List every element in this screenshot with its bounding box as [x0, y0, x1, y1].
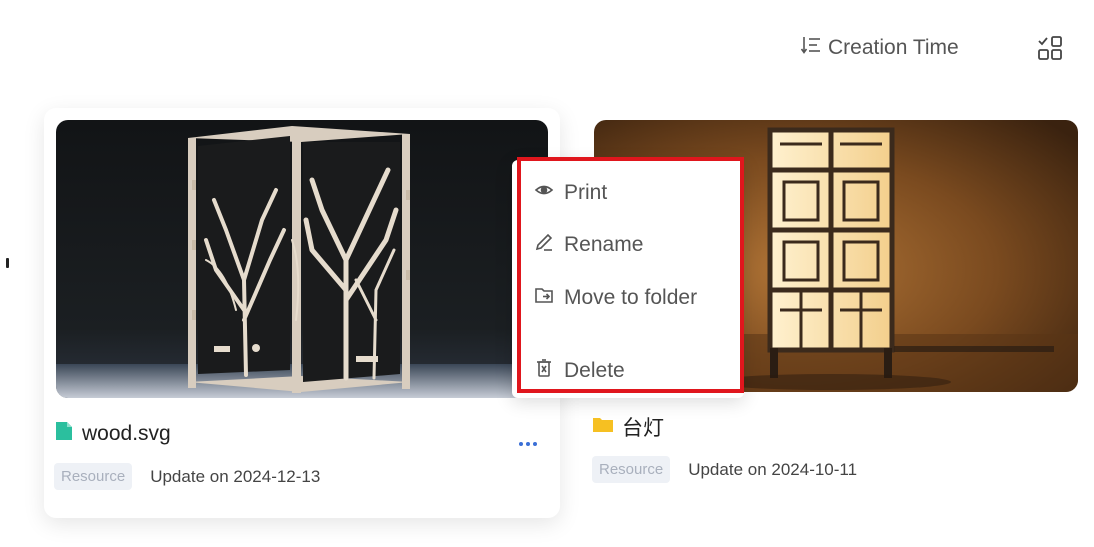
menu-item-label: Move to folder — [564, 286, 698, 309]
file-grid-page: Creation Time wood.svg Resource Update o… — [0, 0, 1094, 547]
more-options-button[interactable] — [512, 432, 544, 456]
menu-item-label: Print — [564, 181, 608, 204]
update-date: Update on 2024-12-13 — [150, 466, 321, 486]
sort-label: Creation Time — [828, 36, 959, 59]
menu-item-label: Delete — [564, 359, 625, 382]
folder-meta: Resource Update on 2024-10-11 — [592, 456, 857, 483]
sort-button[interactable]: Creation Time — [800, 34, 959, 62]
eye-icon — [534, 180, 554, 206]
trash-icon — [534, 358, 554, 384]
menu-item-move-to-folder[interactable]: Move to folder — [534, 285, 697, 311]
menu-item-delete[interactable]: Delete — [534, 358, 625, 384]
menu-item-label: Rename — [564, 233, 644, 256]
pencil-icon — [534, 232, 554, 258]
menu-item-rename[interactable]: Rename — [534, 232, 643, 258]
folder-move-icon — [534, 285, 554, 311]
resource-badge: Resource — [592, 456, 671, 483]
file-meta: Resource Update on 2024-12-13 — [54, 463, 320, 490]
resource-badge: Resource — [54, 463, 133, 490]
file-icon — [54, 420, 74, 448]
folder-name: 台灯 — [622, 417, 664, 440]
menu-item-print[interactable]: Print — [534, 180, 607, 206]
more-dots-icon — [519, 442, 523, 446]
grid-view-icon — [1036, 34, 1064, 67]
file-card-wood[interactable]: wood.svg Resource Update on 2024-12-13 — [44, 108, 560, 518]
file-name-row[interactable]: wood.svg — [54, 420, 171, 448]
view-toggle-button[interactable] — [1034, 34, 1066, 66]
sort-descending-icon — [800, 34, 822, 62]
context-menu: Print Rename Move to folder Delete — [512, 160, 744, 398]
edge-marker — [6, 258, 9, 268]
folder-name-row[interactable]: 台灯 — [592, 412, 664, 442]
folder-icon — [592, 415, 614, 439]
file-thumbnail[interactable] — [56, 120, 548, 398]
update-date: Update on 2024-10-11 — [688, 459, 858, 479]
file-name: wood.svg — [82, 422, 171, 445]
